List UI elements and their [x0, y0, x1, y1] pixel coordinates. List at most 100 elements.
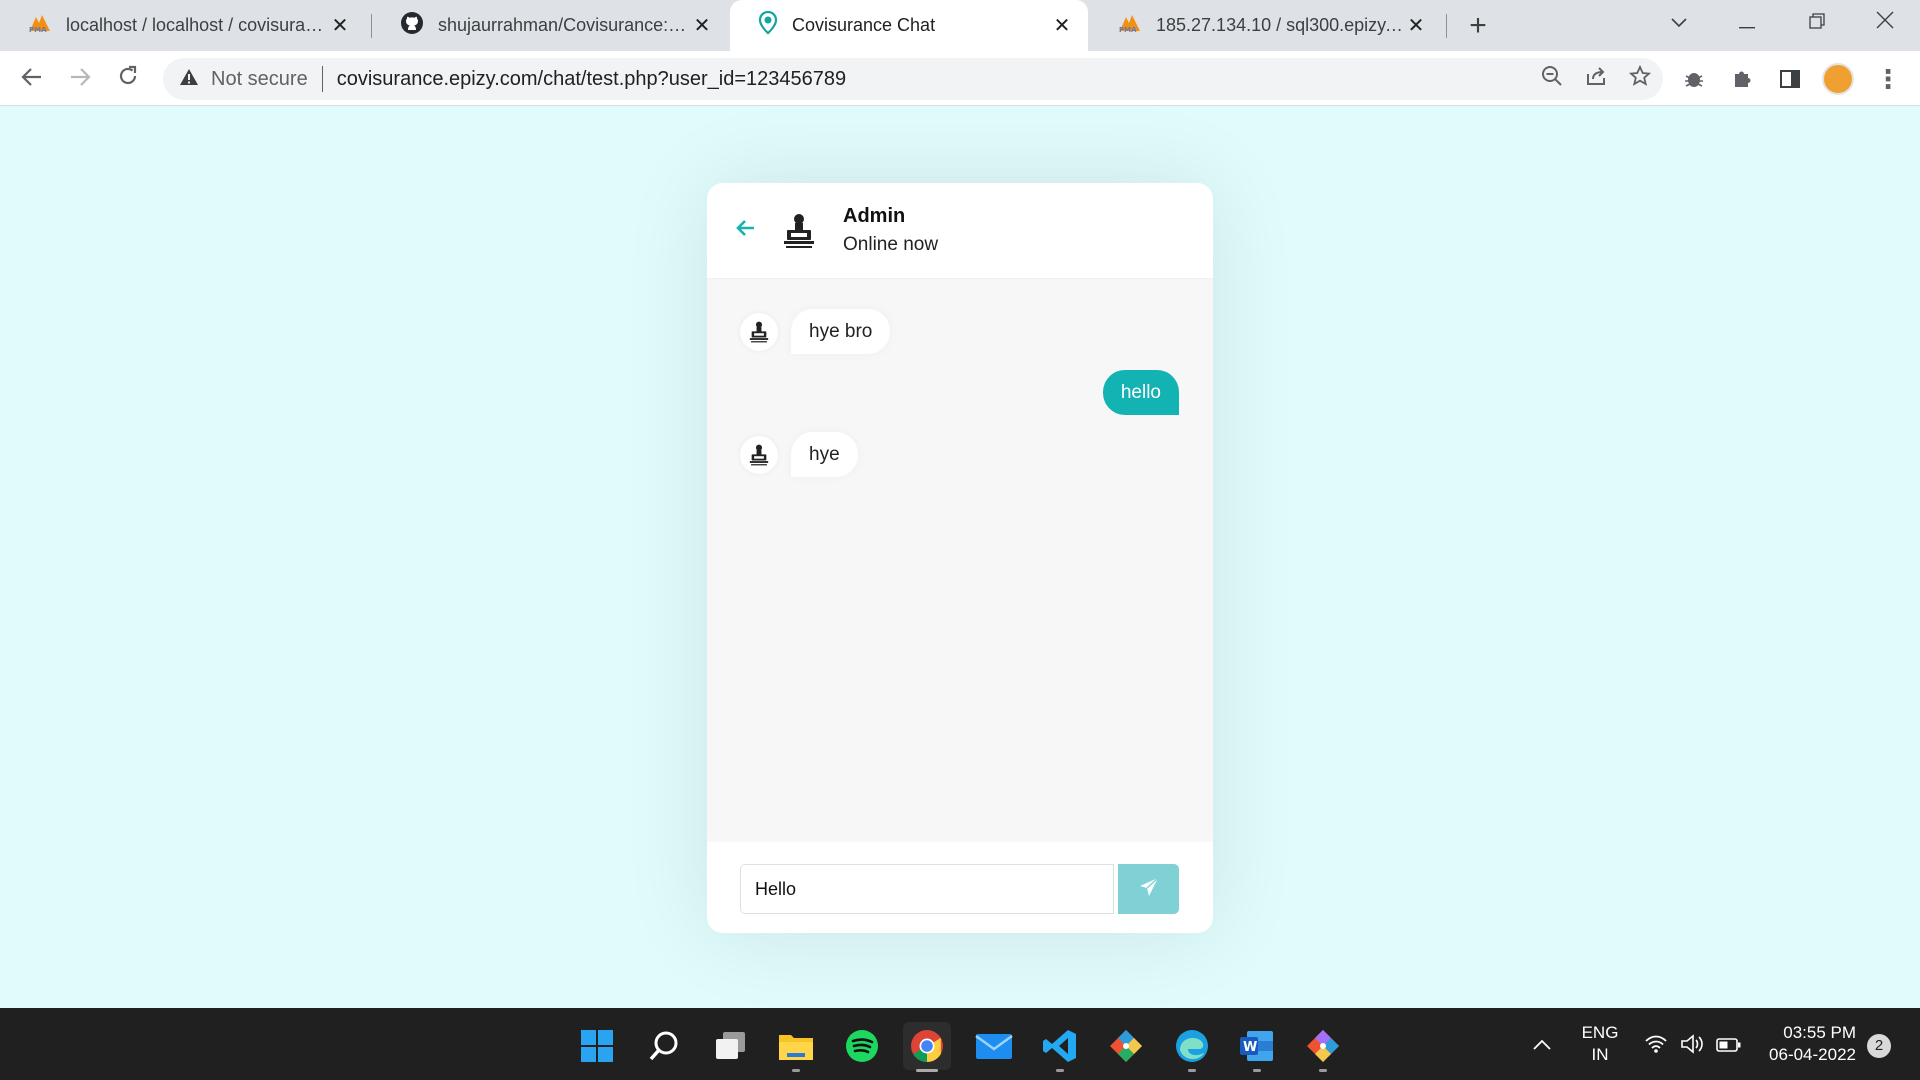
back-button[interactable] [735, 217, 759, 241]
outgoing-message: hello [1102, 370, 1179, 415]
user-stamp-icon [784, 214, 814, 248]
chat-messages[interactable]: hye bro hello hye [707, 279, 1213, 842]
user-stamp-icon [749, 321, 769, 343]
chat-card: Admin Online now hye bro hello hye [707, 183, 1213, 933]
contact-name: Admin [843, 205, 906, 227]
user-stamp-icon [749, 444, 769, 466]
arrow-right-icon [69, 63, 91, 94]
region-code: IN [1591, 1045, 1609, 1064]
wifi-icon[interactable] [1644, 1034, 1668, 1060]
reload-button[interactable] [110, 60, 146, 96]
puzzle-extensions-icon[interactable] [1726, 63, 1758, 95]
sender-avatar [740, 313, 778, 351]
svg-text:W: W [1243, 1040, 1257, 1055]
notification-badge[interactable]: 2 [1867, 1034, 1891, 1058]
new-tab-button[interactable]: + [1462, 9, 1494, 42]
search-icon[interactable] [640, 1022, 688, 1070]
vscode-icon[interactable] [1036, 1022, 1084, 1072]
minimize-icon [1739, 9, 1755, 35]
tab-covisurance-chat[interactable]: Covisurance Chat ✕ [730, 0, 1088, 51]
running-indicator [1319, 1069, 1327, 1072]
warning-icon [179, 68, 201, 91]
running-indicator [792, 1069, 800, 1072]
message-input[interactable] [740, 864, 1114, 914]
security-status[interactable]: Not secure [211, 68, 308, 91]
word-icon[interactable]: W [1233, 1022, 1281, 1072]
running-indicator [1188, 1069, 1196, 1072]
minimize-button[interactable] [1712, 0, 1782, 44]
taskbar: W ENG IN 03:55 PM 06-04-2022 [0, 1008, 1920, 1080]
tab-separator [1446, 14, 1447, 38]
location-pin-icon [758, 10, 778, 40]
spotify-icon[interactable] [838, 1022, 886, 1070]
paper-plane-icon [1139, 876, 1159, 902]
language-indicator[interactable]: ENG IN [1576, 1022, 1624, 1066]
clock-date: 06-04-2022 [1769, 1045, 1856, 1064]
browser-tab-strip: PMA localhost / localhost / covisurance … [0, 0, 1920, 51]
send-button[interactable] [1118, 864, 1179, 914]
sender-avatar [740, 436, 778, 474]
git-icon[interactable] [1299, 1022, 1347, 1072]
file-explorer-icon[interactable] [772, 1022, 820, 1072]
profile-avatar[interactable] [1822, 63, 1854, 95]
arrow-left-icon [735, 214, 757, 244]
star-icon[interactable] [1628, 64, 1652, 93]
chevron-down-icon [1670, 9, 1688, 35]
tab-phpmyadmin-localhost[interactable]: PMA localhost / localhost / covisurance … [0, 0, 366, 51]
tab-title: Covisurance Chat [792, 15, 936, 35]
phpmyadmin-icon: PMA [1118, 13, 1142, 38]
clock[interactable]: 03:55 PM 06-04-2022 [1756, 1022, 1856, 1066]
chrome-icon[interactable] [903, 1022, 951, 1072]
close-icon [1876, 9, 1894, 35]
svg-text:PMA: PMA [29, 26, 47, 33]
tab-phpmyadmin-remote[interactable]: PMA 185.27.134.10 / sql300.epizy.com ✕ [1090, 0, 1442, 51]
more-vertical-icon: ⋮ [1875, 63, 1901, 94]
close-window-button[interactable] [1850, 0, 1920, 44]
share-icon[interactable] [1585, 65, 1607, 93]
tab-title: localhost / localhost / covisurance [66, 15, 328, 35]
mail-icon[interactable] [970, 1022, 1018, 1070]
chevron-up-icon[interactable] [1532, 1034, 1552, 1057]
side-panel-icon[interactable] [1774, 63, 1806, 95]
contact-avatar [781, 211, 817, 251]
address-bar[interactable]: Not secure covisurance.epizy.com/chat/te… [163, 58, 1663, 100]
active-indicator [916, 1069, 938, 1072]
git-icon[interactable] [1102, 1022, 1150, 1070]
close-icon[interactable]: ✕ [690, 14, 714, 38]
volume-icon[interactable] [1680, 1034, 1706, 1060]
tab-title: 185.27.134.10 / sql300.epizy.com [1156, 15, 1404, 35]
back-button[interactable] [14, 60, 50, 96]
plus-icon: + [1469, 9, 1487, 42]
clock-time: 03:55 PM [1783, 1023, 1856, 1042]
url-text[interactable]: covisurance.epizy.com/chat/test.php?user… [337, 68, 846, 91]
running-indicator [1253, 1069, 1261, 1072]
close-icon[interactable]: ✕ [1050, 14, 1074, 38]
incoming-message: hye bro [791, 309, 891, 354]
github-icon [400, 11, 424, 40]
battery-icon[interactable] [1716, 1036, 1742, 1059]
bug-extension-icon[interactable] [1678, 63, 1710, 95]
tab-search-button[interactable] [1644, 0, 1714, 44]
reload-icon [117, 63, 139, 94]
address-bar-actions [1541, 58, 1652, 100]
task-view-icon[interactable] [706, 1022, 754, 1070]
forward-button[interactable] [62, 60, 98, 96]
typing-area [707, 842, 1213, 933]
edge-icon[interactable] [1168, 1022, 1216, 1072]
tab-github[interactable]: shujaurrahman/Covisurance: Sec ✕ [372, 0, 728, 51]
contact-status: Online now [843, 234, 939, 255]
close-icon[interactable]: ✕ [1404, 14, 1428, 38]
zoom-out-icon[interactable] [1541, 65, 1563, 93]
language-code: ENG [1581, 1023, 1619, 1042]
svg-text:PMA: PMA [1119, 26, 1137, 33]
tab-title: shujaurrahman/Covisurance: Sec [438, 15, 690, 35]
restore-button[interactable] [1782, 0, 1852, 44]
windows-start-icon[interactable] [573, 1022, 621, 1070]
browser-menu-button[interactable]: ⋮ [1872, 63, 1904, 95]
restore-icon [1809, 9, 1825, 35]
close-icon[interactable]: ✕ [328, 14, 352, 38]
chat-header: Admin Online now [707, 183, 1213, 279]
browser-toolbar: Not secure covisurance.epizy.com/chat/te… [0, 51, 1920, 106]
phpmyadmin-icon: PMA [28, 13, 52, 38]
incoming-message: hye [791, 432, 858, 477]
